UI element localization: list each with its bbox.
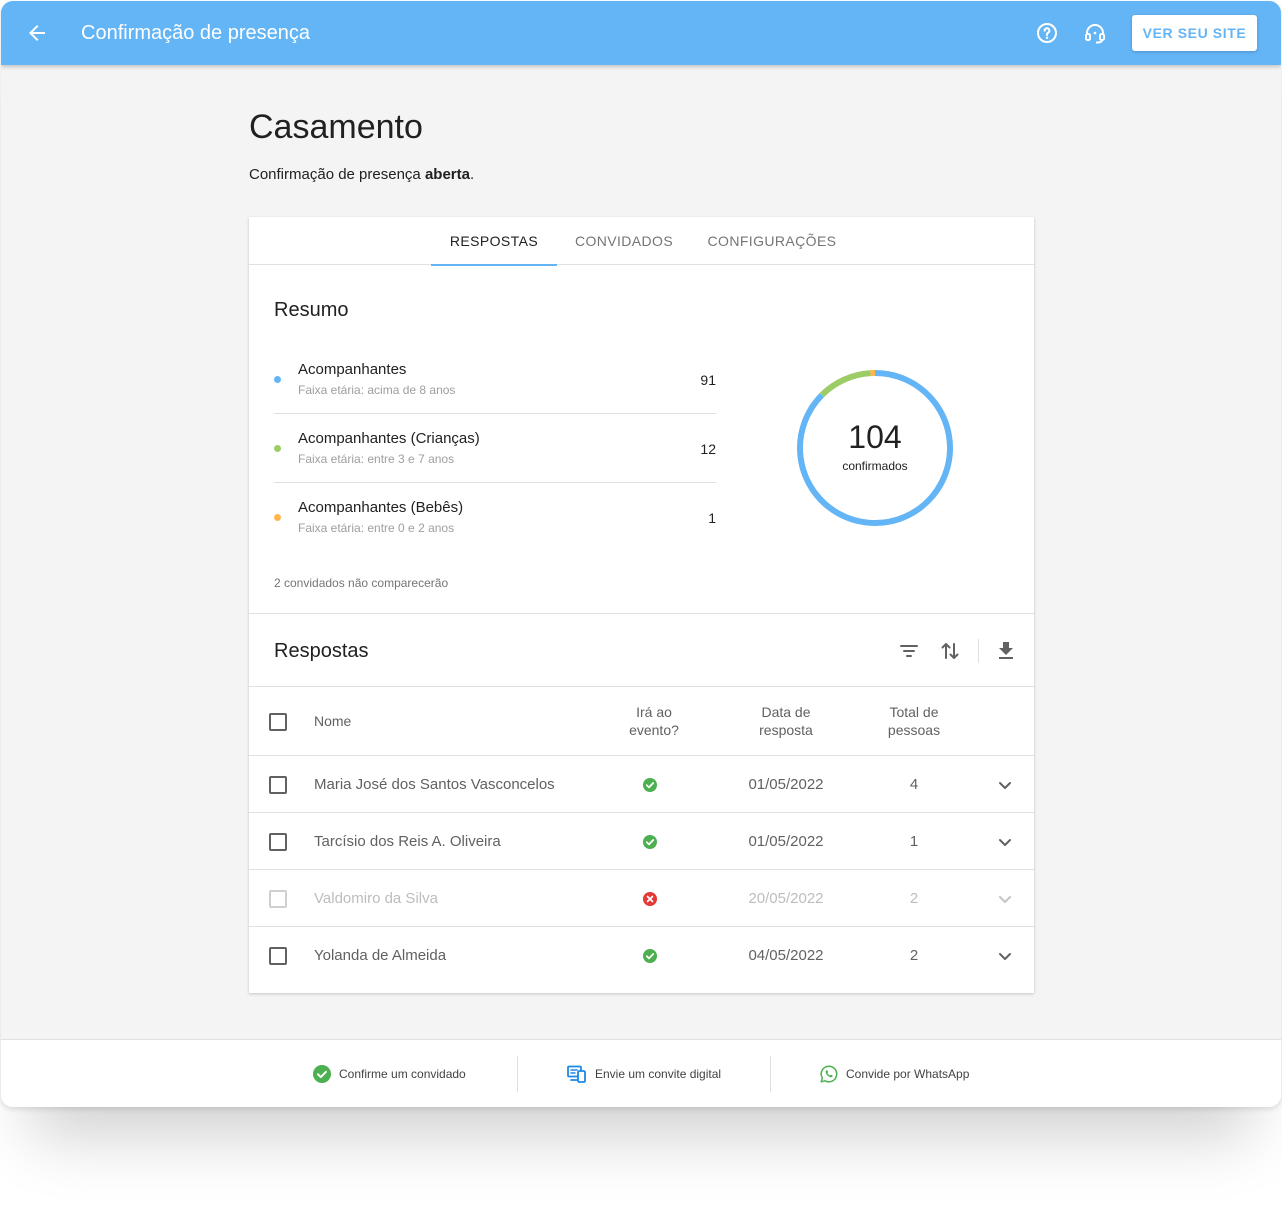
summary-item-label: Acompanhantes (Crianças)	[298, 430, 480, 447]
summary-item-children: Acompanhantes (Crianças) Faixa etária: e…	[274, 414, 716, 483]
summary-item-value: 91	[700, 372, 716, 388]
header-date-line2: resposta	[759, 722, 813, 738]
tab-bar: RESPOSTAS CONVIDADOS CONFIGURAÇÕES	[249, 217, 1034, 266]
header-total-line1: Total de	[889, 704, 939, 720]
table-row: Valdomiro da Silva 20/05/2022 2	[249, 870, 1034, 927]
adults-dot-icon	[274, 376, 281, 383]
summary-item-babies: Acompanhantes (Bebês) Faixa etária: entr…	[274, 483, 716, 552]
attending-no-icon	[643, 892, 657, 906]
guest-name: Tarcísio dos Reis A. Oliveira	[314, 833, 501, 850]
total-people: 2	[909, 890, 919, 907]
guest-name: Yolanda de Almeida	[314, 947, 447, 964]
row-checkbox[interactable]	[269, 776, 287, 794]
rsvp-status: Confirmação de presença aberta.	[249, 165, 474, 185]
summary-item-adults: Acompanhantes Faixa etária: acima de 8 a…	[274, 345, 716, 414]
total-people: 4	[909, 776, 919, 793]
confirm-guest-action[interactable]: Confirme um convidado	[313, 1040, 466, 1107]
row-checkbox[interactable]	[269, 890, 287, 908]
filter-icon[interactable]	[897, 639, 921, 663]
response-date: 01/05/2022	[748, 776, 824, 793]
donut-segment-children	[819, 370, 871, 398]
expand-chevron-icon[interactable]	[993, 944, 1017, 968]
confirmed-label: confirmados	[842, 459, 908, 473]
whatsapp-invite-action[interactable]: Convide por WhatsApp	[820, 1040, 969, 1107]
send-invite-action[interactable]: Envie um convite digital	[567, 1040, 721, 1107]
select-all-checkbox[interactable]	[269, 713, 287, 731]
expand-chevron-icon[interactable]	[993, 830, 1017, 854]
support-headset-icon[interactable]	[1083, 21, 1107, 45]
download-icon[interactable]	[994, 639, 1018, 663]
attending-yes-icon	[643, 778, 657, 792]
summary-item-label: Acompanhantes	[298, 361, 407, 378]
footer-separator	[517, 1056, 518, 1092]
header-attending-line2: evento?	[629, 722, 679, 738]
tab-convidados[interactable]: CONVIDADOS	[561, 217, 687, 265]
back-arrow-icon[interactable]	[25, 21, 49, 45]
summary-item-sub: Faixa etária: entre 3 e 7 anos	[298, 452, 455, 466]
confirm-guest-label: Confirme um convidado	[339, 1067, 466, 1081]
header-attending: Irá ao evento?	[604, 703, 704, 739]
rsvp-status-suffix: .	[469, 166, 475, 183]
header-total-line2: pessoas	[887, 722, 941, 738]
section-divider	[249, 686, 1034, 687]
total-people: 2	[909, 947, 919, 964]
digital-invite-icon	[567, 1065, 587, 1083]
header-name: Nome	[314, 713, 352, 729]
app-window: Confirmação de presença VER SEU SITE Cas…	[1, 1, 1281, 1107]
header-total: Total de pessoas	[864, 703, 964, 739]
babies-dot-icon	[274, 514, 281, 521]
summary-item-value: 1	[708, 510, 716, 526]
table-row: Maria José dos Santos Vasconcelos 01/05/…	[249, 756, 1034, 813]
guest-name: Maria José dos Santos Vasconcelos	[314, 776, 555, 793]
footer-separator	[770, 1056, 771, 1092]
absent-note: 2 convidados não comparecerão	[274, 576, 449, 590]
children-dot-icon	[274, 445, 281, 452]
total-people: 1	[909, 833, 919, 850]
expand-chevron-icon[interactable]	[993, 773, 1017, 797]
table-row: Tarcísio dos Reis A. Oliveira 01/05/2022…	[249, 813, 1034, 870]
guest-name: Valdomiro da Silva	[314, 890, 438, 907]
section-divider	[249, 613, 1034, 614]
response-date: 04/05/2022	[748, 947, 824, 964]
whatsapp-icon	[820, 1065, 838, 1083]
summary-item-sub: Faixa etária: entre 0 e 2 anos	[298, 521, 455, 535]
tab-respostas[interactable]: RESPOSTAS	[431, 217, 557, 266]
summary-item-label: Acompanhantes (Bebês)	[298, 499, 464, 516]
rsvp-status-prefix: Confirmação de presença	[249, 166, 425, 183]
row-checkbox[interactable]	[269, 833, 287, 851]
help-icon[interactable]	[1035, 21, 1059, 45]
attending-yes-icon	[643, 835, 657, 849]
attending-yes-icon	[643, 949, 657, 963]
app-bar: Confirmação de presença VER SEU SITE	[1, 1, 1281, 65]
tab-configuracoes[interactable]: CONFIGURAÇÕES	[697, 217, 847, 265]
summary-item-value: 12	[700, 441, 716, 457]
table-row: Yolanda de Almeida 04/05/2022 2	[249, 927, 1034, 984]
page-title: Casamento	[249, 108, 423, 146]
confirmed-total: 104	[848, 419, 902, 455]
send-invite-label: Envie um convite digital	[595, 1067, 722, 1081]
response-date: 01/05/2022	[748, 833, 824, 850]
app-title: Confirmação de presença	[81, 22, 311, 44]
toolbar-separator	[978, 639, 979, 663]
check-circle-icon	[313, 1065, 331, 1083]
response-date: 20/05/2022	[748, 890, 824, 907]
rsvp-card: RESPOSTAS CONVIDADOS CONFIGURAÇÕES Resum…	[249, 217, 1034, 993]
header-date-line1: Data de	[761, 704, 811, 720]
rsvp-status-value: aberta	[424, 166, 470, 183]
expand-chevron-icon[interactable]	[993, 887, 1017, 911]
responses-title: Respostas	[274, 640, 369, 662]
whatsapp-invite-label: Convide por WhatsApp	[846, 1067, 970, 1081]
summary-title: Resumo	[274, 299, 349, 321]
header-date: Data de resposta	[736, 703, 836, 739]
header-attending-line1: Irá ao	[636, 704, 672, 720]
footer-actions: Confirme um convidado Envie um convite d…	[1, 1039, 1281, 1107]
row-checkbox[interactable]	[269, 947, 287, 965]
summary-item-sub: Faixa etária: acima de 8 anos	[298, 383, 456, 397]
sort-icon[interactable]	[938, 639, 962, 663]
view-site-button[interactable]: VER SEU SITE	[1132, 15, 1257, 51]
